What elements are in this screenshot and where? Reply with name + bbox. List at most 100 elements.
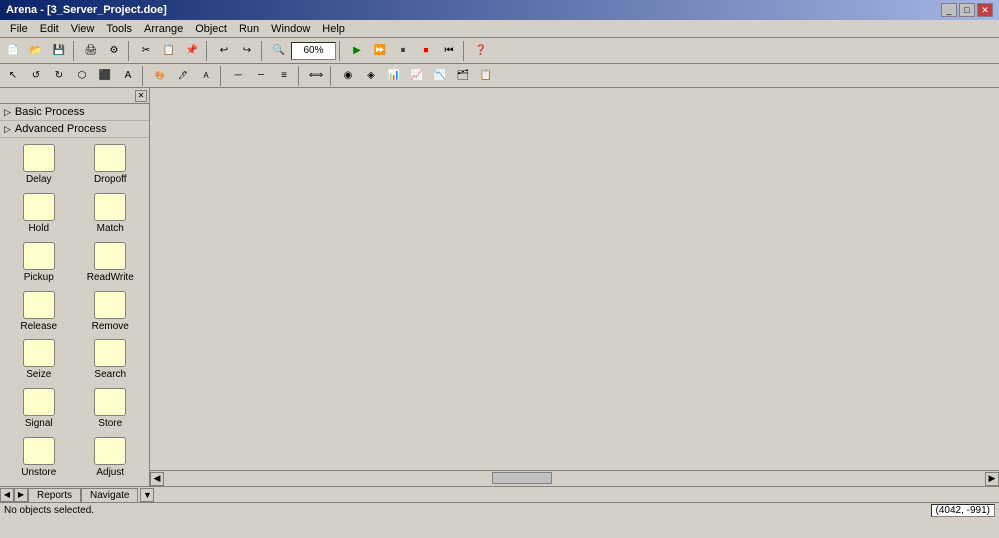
zoom-in-button[interactable]: 🔍: [268, 40, 290, 62]
tab-nav-left[interactable]: ◀: [0, 488, 14, 502]
panel-item-match[interactable]: Match: [76, 191, 146, 238]
panel-icon-match: [94, 193, 126, 221]
new-button[interactable]: 📄: [2, 40, 24, 62]
window-controls[interactable]: _ □ ✕: [941, 3, 993, 17]
advanced-process-section[interactable]: ▷ Advanced Process: [0, 121, 149, 138]
h-scrollbar[interactable]: ◀ ▶: [150, 470, 999, 486]
window-title: Arena - [3_Server_Project.doe]: [6, 4, 167, 16]
panel-item-search[interactable]: Search: [76, 337, 146, 384]
open-button[interactable]: 📂: [25, 40, 47, 62]
panel-item-pickup[interactable]: Pickup: [4, 240, 74, 287]
minimize-button[interactable]: _: [941, 3, 957, 17]
tb2-btn12[interactable]: 📋: [475, 65, 497, 87]
zoom-input[interactable]: [291, 42, 336, 60]
panel-item-signal[interactable]: Signal: [4, 386, 74, 433]
basic-process-label: Basic Process: [15, 106, 85, 118]
panel-label-delay: Delay: [26, 174, 52, 185]
line-width-button[interactable]: ≡: [273, 65, 295, 87]
tb2-btn7[interactable]: ◈: [360, 65, 382, 87]
menu-window[interactable]: Window: [265, 22, 316, 36]
tb2-btn9[interactable]: 📈: [406, 65, 428, 87]
menu-arrange[interactable]: Arrange: [138, 22, 189, 36]
fast-forward-button[interactable]: ⏩: [369, 40, 391, 62]
fill-color-button[interactable]: 🎨: [149, 65, 171, 87]
print-button[interactable]: 🖨: [80, 40, 102, 62]
restore-button[interactable]: □: [959, 3, 975, 17]
panel-header: ✕: [0, 88, 149, 104]
select-button[interactable]: ↖: [2, 65, 24, 87]
tb2-btn10[interactable]: 📉: [429, 65, 451, 87]
connect-button[interactable]: ◉: [337, 65, 359, 87]
tb2-btn3[interactable]: ⬡: [71, 65, 93, 87]
panel-icon-readwrite: [94, 242, 126, 270]
tb2-btn1[interactable]: ↺: [25, 65, 47, 87]
paste-button[interactable]: 📌: [181, 40, 203, 62]
sep3: [206, 41, 210, 61]
menu-edit[interactable]: Edit: [34, 22, 65, 36]
status-bar: No objects selected. (4042, -991): [0, 502, 999, 518]
sep5: [339, 41, 343, 61]
tab-reports[interactable]: Reports: [28, 488, 81, 502]
toolbar-2: ↖ ↺ ↻ ⬡ ⬛ A 🎨 🖊 A ─ ╌ ≡ ⟺ ◉ ◈ 📊 📈 📉 🗂 📋: [0, 64, 999, 88]
tab-navigate[interactable]: Navigate: [81, 488, 138, 502]
save-button[interactable]: 💾: [48, 40, 70, 62]
menu-view[interactable]: View: [65, 22, 101, 36]
cut-button[interactable]: ✂: [135, 40, 157, 62]
redo-button[interactable]: ↪: [236, 40, 258, 62]
panel-label-remove: Remove: [92, 321, 129, 332]
tb2-btn5[interactable]: A: [117, 65, 139, 87]
scroll-left-button[interactable]: ◀: [150, 472, 164, 486]
tab-nav-right[interactable]: ▶: [14, 488, 28, 502]
menu-tools[interactable]: Tools: [100, 22, 138, 36]
panel-item-remove[interactable]: Remove: [76, 289, 146, 336]
tab-menu-button[interactable]: ▼: [140, 488, 154, 502]
panel-item-hold[interactable]: Hold: [4, 191, 74, 238]
sep2: [128, 41, 132, 61]
panel-item-seize[interactable]: Seize: [4, 337, 74, 384]
sep1: [73, 41, 77, 61]
menu-run[interactable]: Run: [233, 22, 265, 36]
menu-file[interactable]: File: [4, 22, 34, 36]
line-style-button[interactable]: ─: [227, 65, 249, 87]
stop-button[interactable]: ⏹: [415, 40, 437, 62]
panel-item-unstore[interactable]: Unstore: [4, 435, 74, 482]
tb2-btn6[interactable]: ⟺: [305, 65, 327, 87]
tb2-btn2[interactable]: ↻: [48, 65, 70, 87]
sep9: [298, 66, 302, 86]
left-panel: ✕ ▷ Basic Process ▷ Advanced Process Del…: [0, 88, 150, 486]
close-button[interactable]: ✕: [977, 3, 993, 17]
panel-label-readwrite: ReadWrite: [87, 272, 134, 283]
rewind-button[interactable]: ⏮: [438, 40, 460, 62]
tb2-btn8[interactable]: 📊: [383, 65, 405, 87]
panel-label-release: Release: [20, 321, 57, 332]
step-button[interactable]: ⏸: [392, 40, 414, 62]
menu-object[interactable]: Object: [189, 22, 233, 36]
line-color-button[interactable]: 🖊: [172, 65, 194, 87]
menu-help[interactable]: Help: [316, 22, 351, 36]
panel-close-button[interactable]: ✕: [135, 90, 147, 102]
panel-item-readwrite[interactable]: ReadWrite: [76, 240, 146, 287]
dash-style-button[interactable]: ╌: [250, 65, 272, 87]
panel-icon-hold: [23, 193, 55, 221]
run-button[interactable]: ▶: [346, 40, 368, 62]
panel-item-delay[interactable]: Delay: [4, 142, 74, 189]
text-color-button[interactable]: A: [195, 65, 217, 87]
copy-button[interactable]: 📋: [158, 40, 180, 62]
sep8: [220, 66, 224, 86]
status-message: No objects selected.: [4, 505, 94, 516]
status-right: (4042, -991): [931, 504, 995, 517]
tb2-btn11[interactable]: 🗂: [452, 65, 474, 87]
panel-item-adjust[interactable]: Adjust: [76, 435, 146, 482]
panel-item-dropoff[interactable]: Dropoff: [76, 142, 146, 189]
panel-item-store[interactable]: Store: [76, 386, 146, 433]
scroll-thumb-h[interactable]: [492, 472, 552, 484]
tb-btn2[interactable]: ⚙: [103, 40, 125, 62]
scroll-right-button[interactable]: ▶: [985, 472, 999, 486]
undo-button[interactable]: ↩: [213, 40, 235, 62]
help-button[interactable]: ❓: [470, 40, 492, 62]
panel-label-store: Store: [98, 418, 122, 429]
panel-item-release[interactable]: Release: [4, 289, 74, 336]
tb2-btn4[interactable]: ⬛: [94, 65, 116, 87]
basic-process-section[interactable]: ▷ Basic Process: [0, 104, 149, 121]
sep4: [261, 41, 265, 61]
